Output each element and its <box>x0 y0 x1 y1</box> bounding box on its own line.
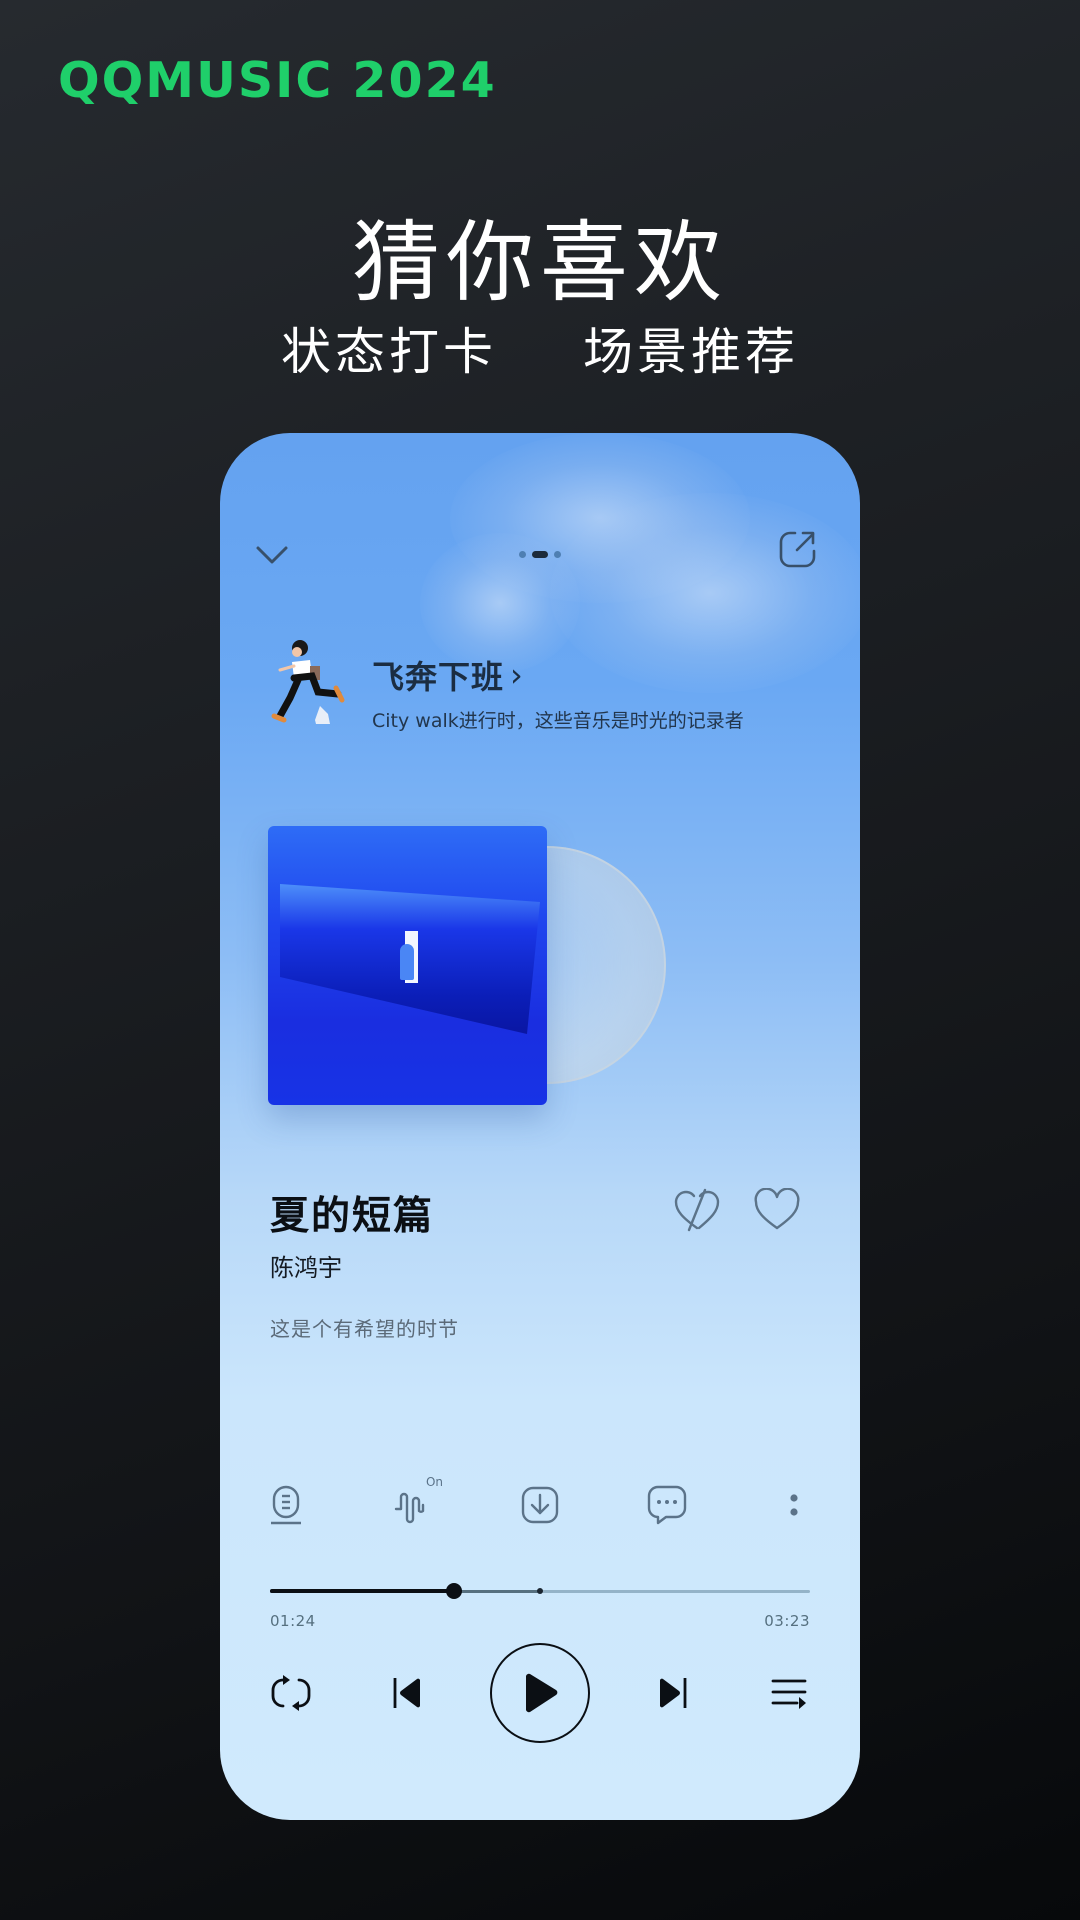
more-vertical-icon <box>790 1494 798 1516</box>
page-dot-active[interactable] <box>532 551 548 558</box>
progress-played <box>270 1589 454 1593</box>
share-icon <box>779 531 816 568</box>
progress-thumb[interactable] <box>445 1583 462 1599</box>
page-dot[interactable] <box>519 551 526 558</box>
comment-icon <box>647 1485 687 1525</box>
download-button[interactable] <box>508 1473 572 1537</box>
download-icon <box>521 1486 559 1524</box>
like-button[interactable] <box>752 1185 802 1235</box>
action-bar: On <box>240 1473 840 1537</box>
previous-button[interactable] <box>373 1658 443 1728</box>
playback-controls <box>256 1638 824 1748</box>
album-art-figure <box>400 944 414 980</box>
sound-wave-icon <box>394 1492 425 1524</box>
buffer-marker <box>537 1588 543 1594</box>
album-artwork[interactable] <box>268 826 666 1111</box>
promo-headline: 猜你喜欢 <box>351 211 728 314</box>
song-title: 夏的短篇 <box>270 1194 435 1239</box>
brand-logo-text: QQMUSIC 2024 <box>58 52 497 109</box>
chevron-right-icon: › <box>510 656 524 694</box>
lyrics-icon <box>271 1485 301 1525</box>
promo-subline-item: 状态打卡 <box>281 323 498 381</box>
more-button[interactable] <box>762 1473 826 1537</box>
chevron-down-icon <box>256 546 288 564</box>
playlist-button[interactable] <box>754 1658 824 1728</box>
share-button[interactable] <box>774 525 822 573</box>
sound-effect-badge: On <box>425 1475 443 1489</box>
repeat-button[interactable] <box>256 1658 326 1728</box>
lyrics-poster-button[interactable] <box>254 1473 318 1537</box>
page-indicator <box>519 551 561 558</box>
playlist-icon <box>771 1679 807 1709</box>
dislike-button[interactable] <box>672 1185 722 1235</box>
previous-icon <box>393 1678 420 1708</box>
page-dot[interactable] <box>554 551 561 558</box>
player-screen: 飞奔下班 › City walk进行时，这些音乐是时光的记录者 夏的短篇 陈鸿宇… <box>220 433 860 1820</box>
scene-title-text: 飞奔下班 <box>372 658 505 696</box>
repeat-icon <box>271 1675 311 1711</box>
scene-title[interactable]: 飞奔下班 › <box>372 652 524 698</box>
player-topbar <box>220 523 860 583</box>
play-button[interactable] <box>490 1643 590 1743</box>
progress-slider[interactable] <box>270 1581 810 1601</box>
next-button[interactable] <box>637 1658 707 1728</box>
scene-card[interactable]: 飞奔下班 › City walk进行时，这些音乐是时光的记录者 <box>270 638 840 738</box>
play-icon <box>526 1673 558 1713</box>
total-duration: 03:23 <box>764 1612 810 1630</box>
running-person-illustration <box>271 640 345 724</box>
lyric-line[interactable]: 这是个有希望的时节 <box>270 1313 459 1342</box>
collapse-button[interactable] <box>250 533 294 577</box>
comments-button[interactable] <box>635 1473 699 1537</box>
artist-name[interactable]: 陈鸿宇 <box>270 1248 342 1283</box>
current-time: 01:24 <box>270 1612 316 1630</box>
promo-subline: 状态打卡 场景推荐 <box>0 312 1080 384</box>
scene-description: City walk进行时，这些音乐是时光的记录者 <box>372 710 744 732</box>
album-cover <box>268 826 547 1105</box>
next-icon <box>660 1678 687 1708</box>
promo-subline-item: 场景推荐 <box>582 323 799 381</box>
heart-icon <box>754 1188 800 1230</box>
sound-effect-button[interactable]: On <box>381 1473 445 1537</box>
broken-heart-icon <box>674 1188 720 1232</box>
